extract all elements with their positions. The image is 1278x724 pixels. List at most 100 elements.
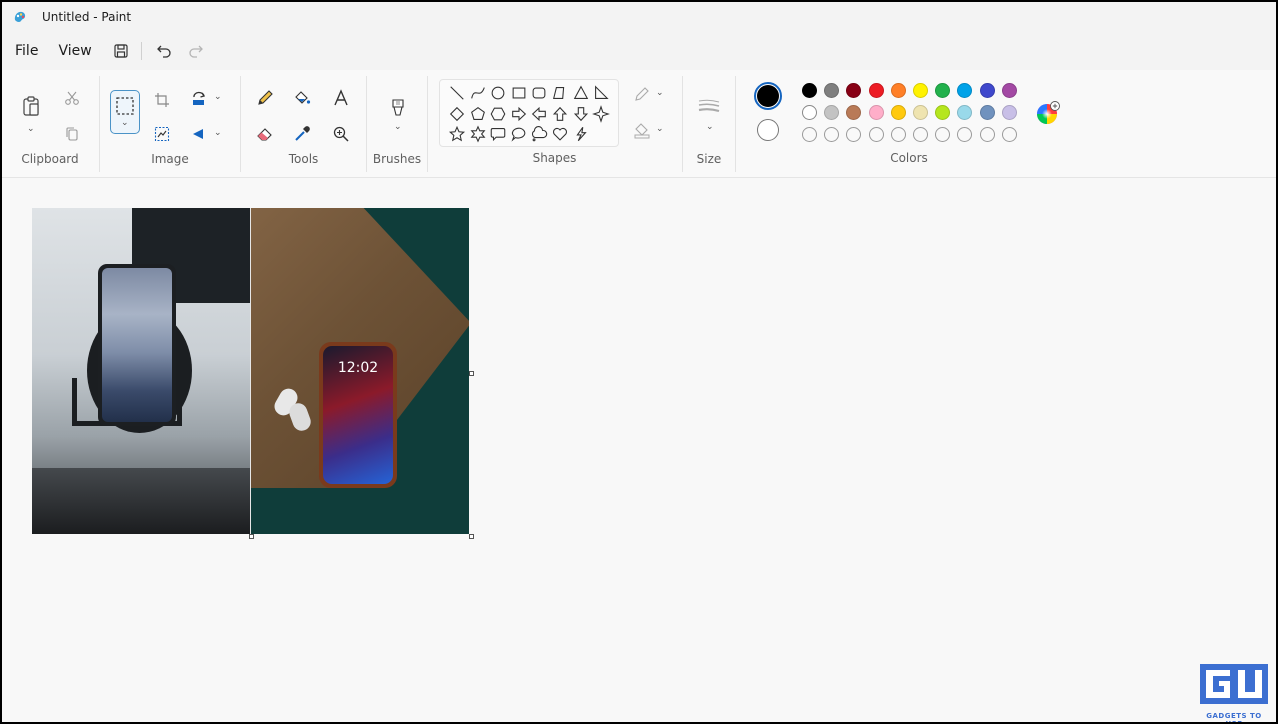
color-1-selector[interactable] — [754, 82, 782, 110]
custom-color-empty-slot[interactable] — [846, 127, 862, 142]
hexagon-shape-icon[interactable] — [488, 104, 508, 124]
polygon-shape-icon[interactable] — [550, 83, 570, 103]
flip-icon[interactable] — [185, 120, 213, 148]
drawing-canvas[interactable]: 12:02 — [32, 208, 469, 534]
color-picker-icon[interactable] — [288, 120, 316, 148]
oval-shape-icon[interactable] — [488, 83, 508, 103]
edit-colors-icon[interactable] — [1034, 99, 1062, 127]
cut-icon[interactable] — [58, 84, 86, 112]
crop-icon[interactable] — [148, 86, 176, 114]
oval-callout-shape-icon[interactable] — [509, 124, 529, 144]
curve-shape-icon[interactable] — [468, 83, 488, 103]
palette-color-swatch[interactable] — [913, 105, 928, 120]
right-arrow-shape-icon[interactable] — [509, 104, 529, 124]
resize-handle-corner[interactable] — [469, 534, 474, 539]
palette-color-swatch[interactable] — [1001, 105, 1017, 120]
palette-color-swatch[interactable] — [935, 105, 951, 120]
palette-color-swatch[interactable] — [1001, 83, 1017, 98]
fill-chevron-down-icon[interactable]: ⌄ — [656, 124, 664, 134]
image-select-icon[interactable] — [148, 120, 176, 148]
android-screen — [102, 268, 172, 422]
outline-chevron-down-icon[interactable]: ⌄ — [656, 88, 664, 98]
palette-color-swatch[interactable] — [957, 105, 973, 120]
lightning-shape-icon[interactable] — [571, 124, 591, 144]
paste-chevron-down-icon[interactable]: ⌄ — [27, 124, 35, 134]
iphone-screen: 12:02 — [323, 346, 393, 484]
custom-color-empty-slot[interactable] — [1001, 127, 1017, 142]
custom-color-empty-slot[interactable] — [802, 127, 817, 142]
resize-handle-right[interactable] — [469, 371, 474, 376]
palette-color-swatch[interactable] — [890, 83, 906, 98]
brush-chevron-down-icon[interactable]: ⌄ — [394, 122, 402, 132]
resize-handle-bottom[interactable] — [249, 534, 254, 539]
pentagon-shape-icon[interactable] — [468, 104, 488, 124]
rounded-rectangle-shape-icon[interactable] — [529, 83, 549, 103]
file-menu[interactable]: File — [6, 39, 47, 63]
six-point-star-shape-icon[interactable] — [468, 124, 488, 144]
custom-color-empty-slot[interactable] — [935, 127, 951, 142]
four-point-star-shape-icon[interactable] — [591, 104, 611, 124]
rotate-chevron-down-icon[interactable]: ⌄ — [214, 92, 222, 102]
palette-color-swatch[interactable] — [868, 83, 884, 98]
palette-color-swatch[interactable] — [846, 105, 862, 120]
palette-color-swatch[interactable] — [935, 83, 951, 98]
palette-color-swatch[interactable] — [913, 83, 928, 98]
palette-color-swatch[interactable] — [957, 83, 973, 98]
rectangle-shape-icon[interactable] — [509, 83, 529, 103]
select-chevron-down-icon[interactable]: ⌄ — [121, 118, 129, 128]
palette-color-swatch[interactable] — [890, 105, 906, 120]
undo-icon[interactable] — [150, 37, 178, 65]
select-button[interactable]: ⌄ — [110, 90, 140, 134]
palette-color-swatch[interactable] — [824, 105, 840, 120]
group-divider — [735, 76, 736, 172]
cloud-callout-shape-icon[interactable] — [529, 124, 549, 144]
down-arrow-shape-icon[interactable] — [571, 104, 591, 124]
custom-color-empty-slot[interactable] — [890, 127, 906, 142]
photo-android-phone — [32, 208, 250, 534]
paste-icon[interactable] — [17, 92, 45, 120]
fill-icon[interactable] — [628, 116, 656, 144]
heart-shape-icon[interactable] — [550, 124, 570, 144]
custom-color-empty-slot[interactable] — [913, 127, 928, 142]
redo-icon[interactable] — [182, 37, 210, 65]
custom-color-empty-slot[interactable] — [979, 127, 995, 142]
custom-color-empty-slot[interactable] — [957, 127, 973, 142]
palette-color-swatch[interactable] — [802, 105, 817, 120]
custom-color-empty-slot[interactable] — [868, 127, 884, 142]
gadgets-to-use-logo: GADGETS TO USE — [1198, 662, 1270, 722]
palette-color-swatch[interactable] — [979, 105, 995, 120]
triangle-shape-icon[interactable] — [571, 83, 591, 103]
iphone-clock: 12:02 — [337, 360, 379, 376]
brushes-label: Brushes — [372, 152, 422, 166]
save-icon[interactable] — [107, 37, 135, 65]
pencil-icon[interactable] — [251, 84, 279, 112]
palette-color-swatch[interactable] — [802, 83, 817, 98]
size-chevron-down-icon[interactable]: ⌄ — [706, 122, 714, 132]
left-arrow-shape-icon[interactable] — [529, 104, 549, 124]
palette-color-swatch[interactable] — [979, 83, 995, 98]
paint-app-icon — [14, 11, 26, 22]
palette-color-swatch[interactable] — [824, 83, 840, 98]
palette-color-swatch[interactable] — [846, 83, 862, 98]
copy-icon[interactable] — [58, 120, 86, 148]
line-shape-icon[interactable] — [447, 83, 467, 103]
up-arrow-shape-icon[interactable] — [550, 104, 570, 124]
right-triangle-shape-icon[interactable] — [591, 83, 611, 103]
brush-icon[interactable] — [384, 94, 412, 122]
eraser-icon[interactable] — [251, 120, 279, 148]
color-2-selector[interactable] — [757, 119, 779, 141]
magnifier-icon[interactable] — [327, 120, 355, 148]
rounded-callout-shape-icon[interactable] — [488, 124, 508, 144]
flip-chevron-down-icon[interactable]: ⌄ — [214, 128, 222, 138]
size-lines-icon[interactable] — [695, 92, 723, 120]
five-point-star-shape-icon[interactable] — [447, 124, 467, 144]
view-menu[interactable]: View — [49, 39, 100, 63]
rotate-icon[interactable] — [185, 85, 213, 113]
primary-color-swatch — [757, 85, 779, 107]
outline-icon[interactable] — [628, 80, 656, 108]
text-icon[interactable] — [327, 84, 355, 112]
fill-bucket-icon[interactable] — [288, 84, 316, 112]
palette-color-swatch[interactable] — [868, 105, 884, 120]
diamond-shape-icon[interactable] — [447, 104, 467, 124]
custom-color-empty-slot[interactable] — [824, 127, 840, 142]
